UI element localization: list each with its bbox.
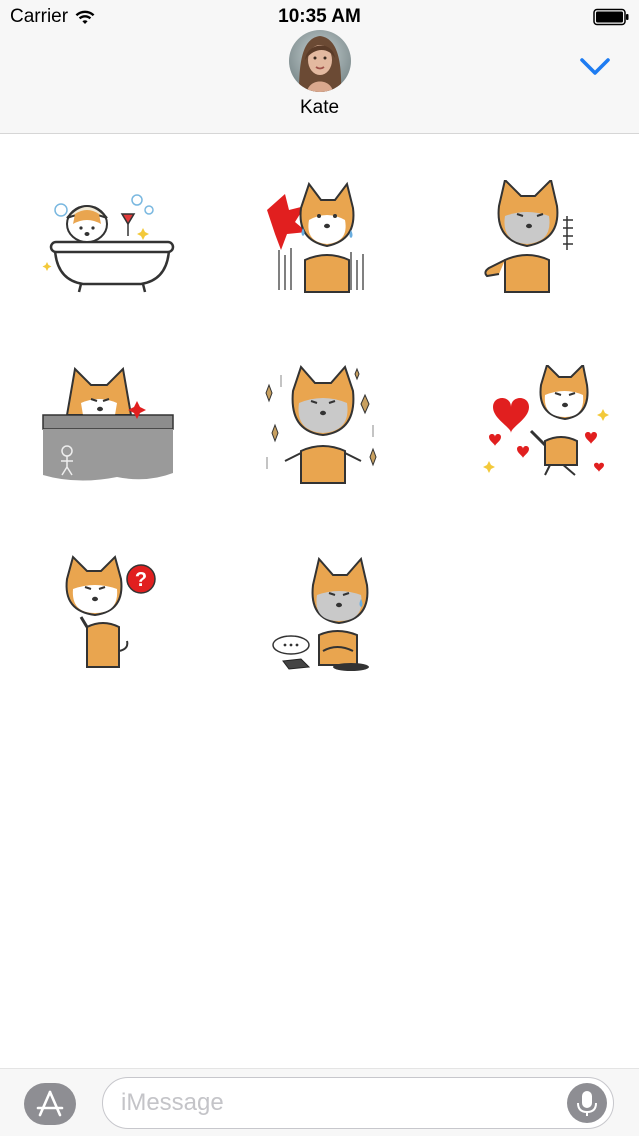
svg-text:?: ? xyxy=(135,569,147,591)
microphone-button[interactable] xyxy=(567,1083,607,1123)
chevron-down-icon[interactable] xyxy=(577,52,613,82)
shiba-bathtub-icon xyxy=(42,194,175,293)
sticker-wall-peek[interactable] xyxy=(37,365,187,515)
avatar[interactable] xyxy=(289,30,351,92)
message-field[interactable] xyxy=(102,1077,614,1129)
shiba-pointing-icon xyxy=(484,178,573,293)
shiba-wall-peek-icon xyxy=(42,366,174,481)
sticker-question[interactable]: ? xyxy=(37,555,187,705)
sticker-shrug-sparkles[interactable] xyxy=(245,365,395,515)
status-bar: Carrier 10:35 AM xyxy=(0,0,639,34)
conversation-header: Kate xyxy=(0,30,639,134)
app-store-icon xyxy=(36,1090,64,1117)
avatar-photo xyxy=(289,30,351,92)
contact-name[interactable]: Kate xyxy=(0,97,639,119)
sticker-phone-sad[interactable] xyxy=(255,555,405,705)
sticker-hearts[interactable] xyxy=(465,362,615,515)
sticker-grid: ? xyxy=(0,135,639,1065)
message-input[interactable] xyxy=(121,1088,561,1118)
sticker-bathtub[interactable] xyxy=(37,180,187,330)
shiba-question-icon: ? xyxy=(65,555,156,668)
shiba-phone-sad-icon xyxy=(272,556,369,671)
sticker-pointing[interactable] xyxy=(465,178,615,330)
shiba-shocked-icon xyxy=(267,181,364,293)
battery-icon xyxy=(593,8,629,26)
shiba-hearts-icon xyxy=(483,362,609,476)
microphone-icon xyxy=(577,1091,597,1116)
app-store-button[interactable] xyxy=(24,1083,76,1125)
composer-bar xyxy=(0,1068,639,1136)
status-time: 10:35 AM xyxy=(278,6,361,27)
shiba-shrug-sparkles-icon xyxy=(265,365,377,484)
sticker-shocked[interactable] xyxy=(245,180,395,330)
